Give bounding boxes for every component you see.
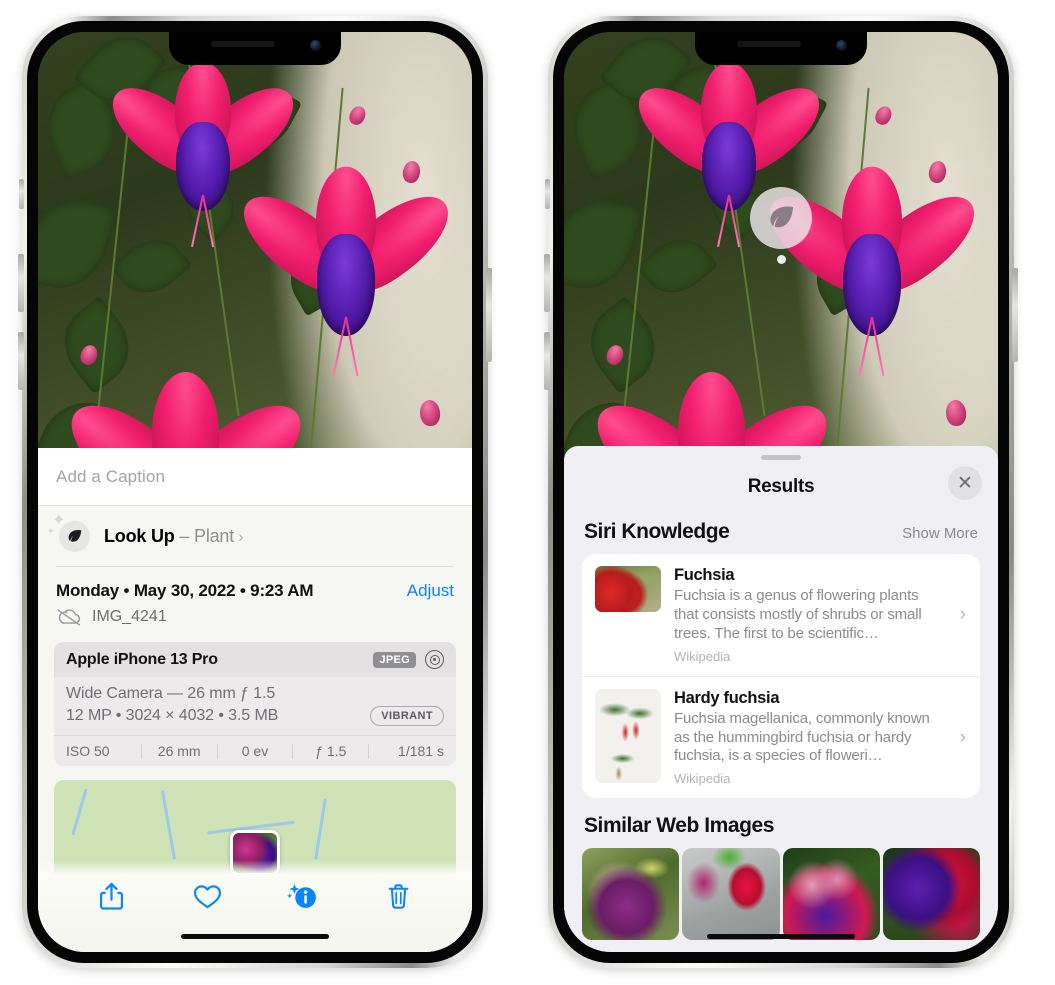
mute-switch[interactable] [545,179,550,209]
capture-date: Monday • May 30, 2022 • 9:23 AM [56,581,314,600]
share-button[interactable] [90,876,134,916]
adjust-button[interactable]: Adjust [407,581,454,601]
caption-placeholder: Add a Caption [56,466,166,486]
camera-device: Apple iPhone 13 Pro [66,650,218,668]
exif-stats-row: ISO 50 26 mm 0 ev ƒ 1.5 1/181 s [54,735,456,766]
notch [695,32,867,65]
aperture-icon [425,650,444,669]
similar-web-images-grid [564,848,998,941]
result-text: Fuchsia Fuchsia is a genus of flowering … [674,566,947,664]
chevron-right-icon: › [959,726,966,748]
list-item[interactable]: Fuchsia Fuchsia is a genus of flowering … [582,554,980,676]
metadata-block: Monday • May 30, 2022 • 9:23 AM Adjust I… [38,567,472,626]
mute-switch[interactable] [19,179,24,209]
front-camera [310,40,321,51]
results-header: Results ✕ [564,460,998,514]
web-image-tile[interactable] [582,848,680,941]
visual-lookup-badge[interactable] [750,187,812,264]
device-bezel-left: Add a Caption ✦ ✦ Look Up – Plant › Mond… [27,21,483,963]
file-name: IMG_4241 [92,608,167,625]
screen-right: Results ✕ Siri Knowledge Show More Fuchs… [564,32,998,952]
close-button[interactable]: ✕ [948,466,982,500]
result-thumbnail [595,566,661,612]
front-camera [836,40,847,51]
siri-knowledge-header: Siri Knowledge Show More [564,514,998,554]
result-source: Wikipedia [674,771,731,787]
exif-size-row: 12 MP • 3024 × 4032 • 3.5 MB VIBRANT [66,706,444,726]
delete-button[interactable] [376,876,420,916]
web-image-tile[interactable] [882,848,980,941]
volume-down-button[interactable] [18,332,24,390]
stat-aperture: ƒ 1.5 [315,743,347,759]
volume-down-button[interactable] [544,332,550,390]
look-up-dash: – [174,525,195,546]
chevron-right-icon: › [959,603,966,625]
section-title-similar-web-images: Similar Web Images [584,814,774,838]
chevron-right-icon: › [238,526,244,546]
screen-left: Add a Caption ✦ ✦ Look Up – Plant › Mond… [38,32,472,952]
result-title: Fuchsia [674,566,735,584]
exif-header: Apple iPhone 13 Pro JPEG [54,642,456,677]
favorite-button[interactable] [185,876,229,916]
info-button[interactable] [281,876,325,916]
lens-info: Wide Camera — 26 mm ƒ 1.5 [66,685,276,702]
similar-web-images-header: Similar Web Images [564,798,998,846]
image-size-info: 12 MP • 3024 × 4032 • 3.5 MB [66,707,279,724]
file-row: IMG_4241 [56,608,454,626]
results-title: Results [747,476,815,497]
earpiece-speaker [737,41,801,47]
earpiece-speaker [211,41,275,47]
volume-up-button[interactable] [544,254,550,312]
leaf-icon [750,187,812,249]
notch [169,32,341,65]
power-button[interactable] [1012,268,1018,362]
leaf-icon [59,521,90,552]
result-description: Fuchsia magellanica, commonly known as t… [674,709,930,765]
stat-ev: 0 ev [241,743,269,759]
format-badge: JPEG [373,651,416,668]
result-text: Hardy fuchsia Fuchsia magellanica, commo… [674,689,947,787]
caption-input[interactable]: Add a Caption [38,448,472,506]
screenshot-root: Add a Caption ✦ ✦ Look Up – Plant › Mond… [0,0,1055,985]
home-indicator[interactable] [707,934,855,939]
volume-up-button[interactable] [18,254,24,312]
exif-badges: JPEG [373,650,444,669]
iphone-device-right: Results ✕ Siri Knowledge Show More Fuchs… [544,16,1018,968]
siri-knowledge-card: Fuchsia Fuchsia is a genus of flowering … [582,554,980,799]
stat-focal: 26 mm [157,743,201,759]
result-description: Fuchsia is a genus of flowering plants t… [674,587,922,642]
look-up-icon-group: ✦ ✦ [47,513,90,553]
look-up-label: Look Up – Plant › [104,526,244,547]
badge-anchor-dot [776,255,786,264]
list-item[interactable]: Hardy fuchsia Fuchsia magellanica, commo… [582,675,980,799]
result-thumbnail [595,688,661,783]
web-image-tile[interactable] [682,848,780,941]
look-up-title: Look Up [104,525,175,546]
cloud-slash-icon [56,608,82,626]
power-button[interactable] [486,268,492,362]
result-title: Hardy fuchsia [674,688,780,707]
look-up-row[interactable]: ✦ ✦ Look Up – Plant › [38,506,472,566]
sparkle-icon-small: ✦ [47,526,55,536]
stat-iso: ISO 50 [66,743,110,759]
device-bezel-right: Results ✕ Siri Knowledge Show More Fuchs… [553,21,1009,963]
result-source: Wikipedia [674,648,731,664]
iphone-device-left: Add a Caption ✦ ✦ Look Up – Plant › Mond… [18,16,492,968]
web-image-tile[interactable] [782,848,880,941]
style-badge: VIBRANT [370,706,444,726]
home-indicator[interactable] [181,934,329,939]
metadata-top-row: Monday • May 30, 2022 • 9:23 AM Adjust [56,581,454,601]
exif-body: Wide Camera — 26 mm ƒ 1.5 12 MP • 3024 ×… [54,677,456,735]
results-sheet: Results ✕ Siri Knowledge Show More Fuchs… [564,446,998,952]
look-up-subject: Plant [194,525,235,546]
exif-card[interactable]: Apple iPhone 13 Pro JPEG Wide Camera — 2… [54,642,456,766]
show-more-button[interactable]: Show More [902,525,978,542]
section-title-siri-knowledge: Siri Knowledge [584,520,730,543]
stat-shutter: 1/181 s [398,743,444,759]
